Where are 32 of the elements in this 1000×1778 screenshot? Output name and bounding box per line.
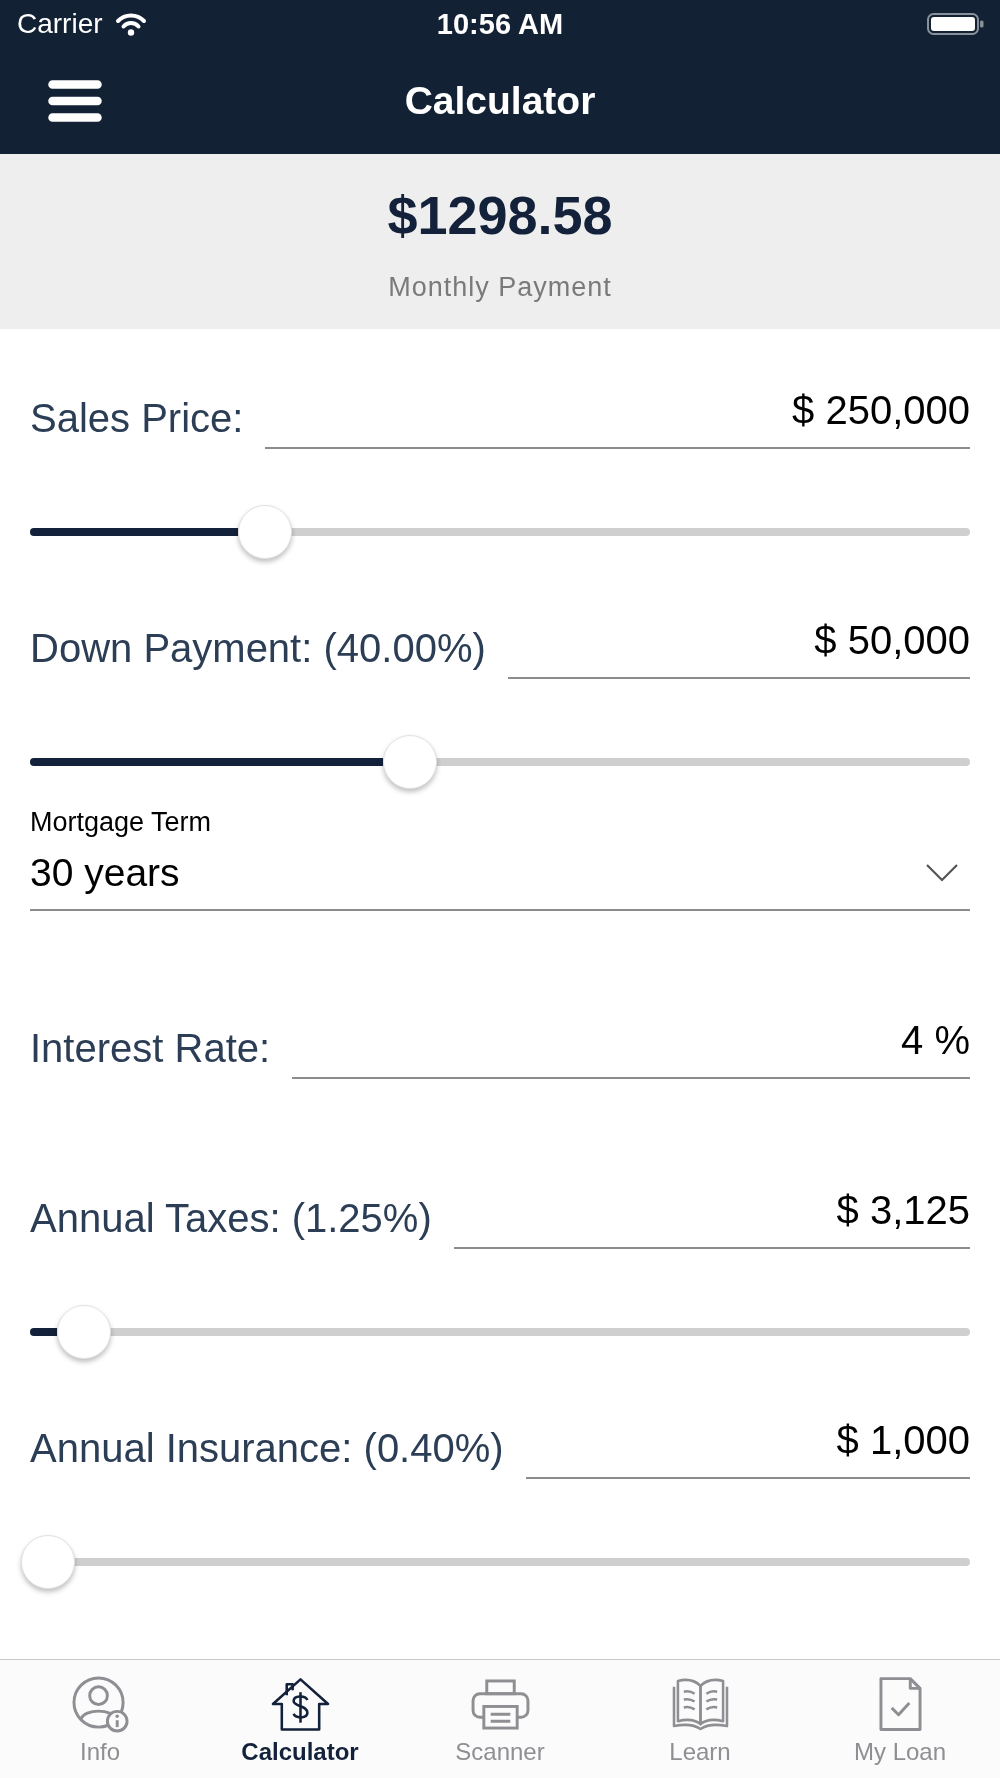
payment-label: Monthly Payment [388, 271, 612, 303]
carrier-text: Carrier [17, 8, 103, 40]
menu-button[interactable] [48, 80, 102, 122]
payment-amount: $1298.58 [387, 184, 613, 247]
screen-title: Calculator [404, 78, 596, 124]
select-field[interactable]: 30 years [30, 850, 970, 911]
input-field[interactable]: $ 250,000 [265, 387, 970, 449]
field-label: Interest Rate: [30, 1025, 271, 1072]
slider-thumb[interactable] [382, 735, 437, 789]
battery-icon [927, 13, 985, 35]
printer-icon [470, 1678, 530, 1730]
user-info-icon [71, 1675, 129, 1733]
status-time: 10:56 AM [436, 8, 564, 40]
field-label: Annual Insurance: (0.40%) [30, 1425, 504, 1472]
house-dollar-icon [269, 1676, 331, 1732]
wifi-icon [114, 12, 147, 36]
slider-thumb[interactable] [237, 505, 292, 559]
input-field[interactable]: $ 50,000 [507, 617, 970, 679]
open-book-icon [671, 1677, 729, 1731]
tab-item[interactable]: Calculator [200, 1660, 400, 1778]
slider-thumb[interactable] [21, 1535, 75, 1589]
input-field[interactable]: 4 % [292, 1017, 970, 1079]
chevron-down-icon [926, 864, 958, 882]
field-label: Annual Taxes: (1.25%) [30, 1195, 432, 1242]
document-check-icon [878, 1676, 922, 1732]
input-field[interactable]: $ 1,000 [525, 1417, 970, 1479]
field-label: Sales Price: [30, 395, 244, 442]
menu-icon [48, 80, 102, 122]
slider-thumb[interactable] [57, 1305, 112, 1359]
field-label: Mortgage Term [30, 806, 213, 838]
input-field[interactable]: $ 3,125 [453, 1187, 970, 1249]
field-label: Down Payment: (40.00%) [30, 625, 486, 672]
